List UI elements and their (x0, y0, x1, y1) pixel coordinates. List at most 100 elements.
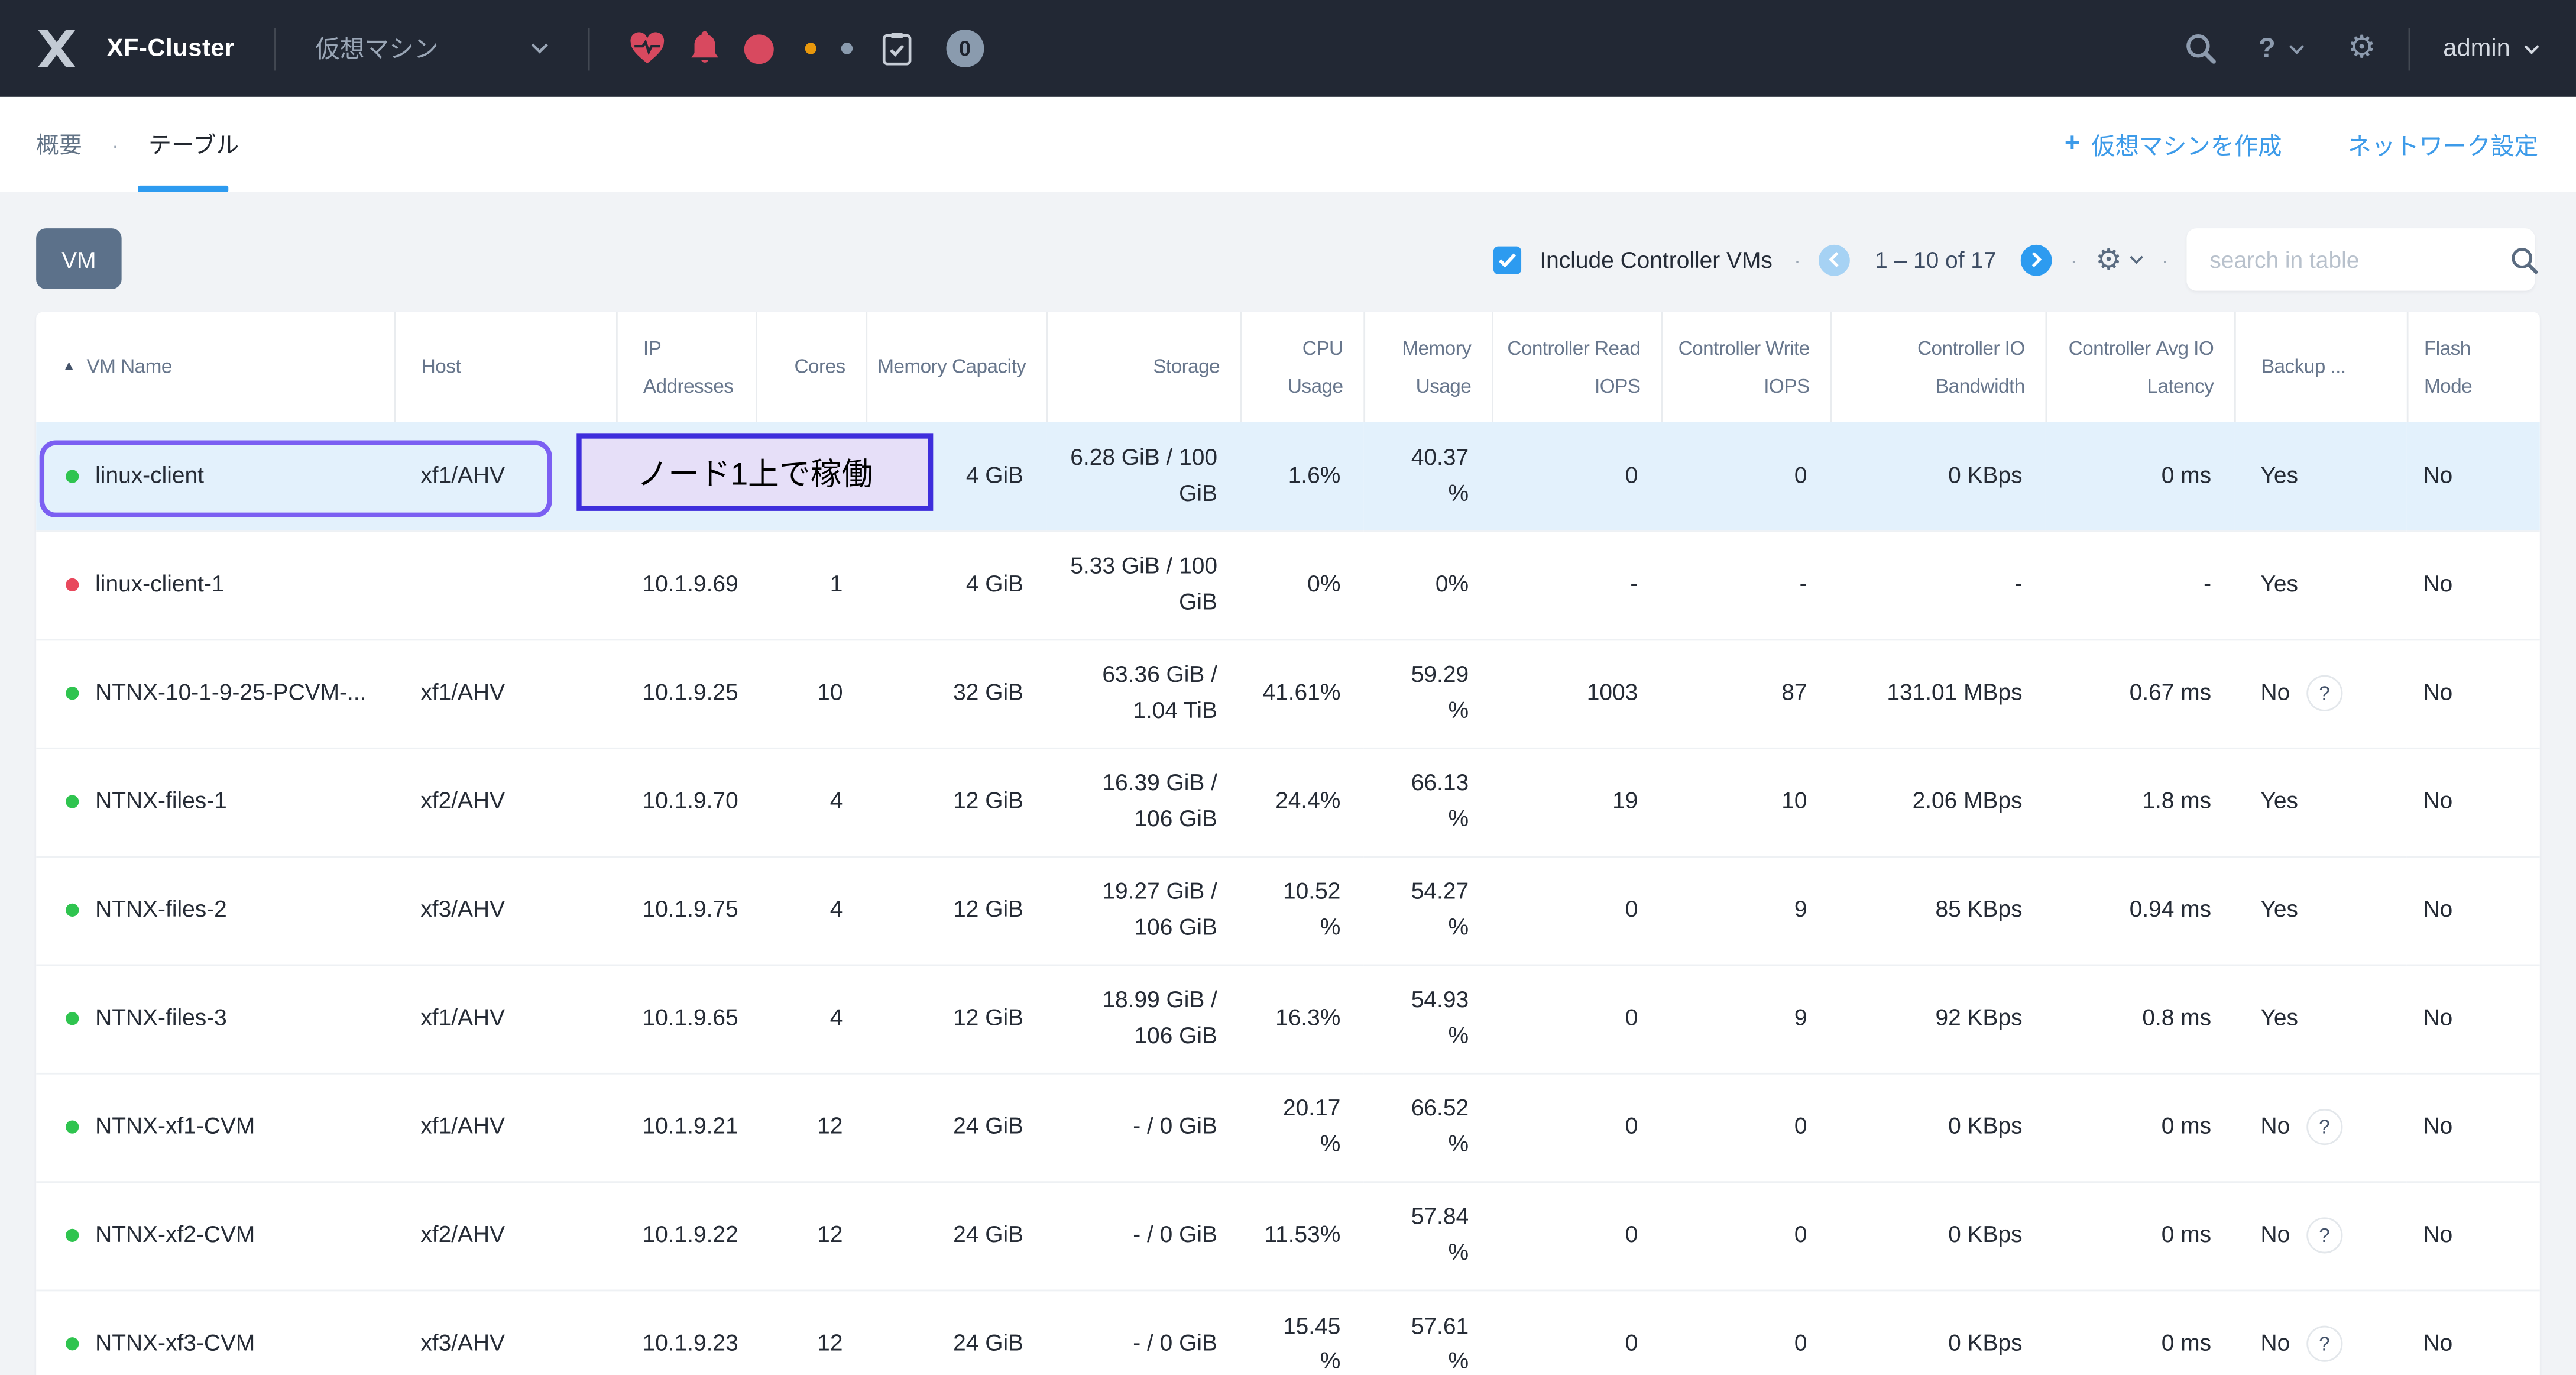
vm-name-link[interactable]: linux-client (95, 458, 204, 494)
user-menu[interactable]: admin (2443, 34, 2540, 62)
column-header-read_iops[interactable]: Controller Read IOPS (1492, 312, 1661, 422)
tab-table[interactable]: テーブル (148, 128, 239, 161)
vm-read_iops-cell: 0 (1492, 1181, 1661, 1289)
pagination-prev-button[interactable] (1819, 244, 1851, 276)
vm-name-cell: NTNX-files-1 (36, 748, 394, 856)
tasks-clipboard-icon[interactable] (882, 32, 912, 65)
vm-write_iops-cell: - (1661, 530, 1830, 639)
search-icon[interactable] (2510, 245, 2538, 273)
nutanix-x-logo[interactable] (36, 30, 77, 67)
vm-flash-cell: No (2407, 1290, 2540, 1375)
vm-name-link[interactable]: linux-client-1 (95, 567, 224, 603)
column-header-mem_usage[interactable]: Memory Usage (1363, 312, 1492, 422)
vm-memory-cell: 32 GiB (866, 639, 1046, 748)
vm-ip-cell: 10.1.9.65 (616, 965, 756, 1073)
vm-write_iops-cell: 0 (1661, 1073, 1830, 1181)
divider (2409, 27, 2410, 70)
search-icon[interactable] (2185, 33, 2216, 64)
entity-type-button[interactable]: VM (36, 228, 121, 289)
table-row[interactable]: NTNX-files-3xf1/AHV10.1.9.65412 GiB18.99… (36, 965, 2540, 1073)
column-header-backup[interactable]: Backup ... (2234, 312, 2407, 422)
vm-flash-cell: No (2407, 639, 2540, 748)
vm-io_latency-cell: 0 ms (2045, 1181, 2234, 1289)
vm-backup-cell: No? (2234, 639, 2407, 748)
tab-overview[interactable]: 概要 (36, 128, 82, 161)
vm-cores-cell: 1 (756, 530, 866, 639)
table-row[interactable]: linux-client-110.1.9.6914 GiB5.33 GiB / … (36, 530, 2540, 639)
vm-cpu-cell: 10.52 % (1240, 856, 1363, 964)
gear-icon[interactable]: ⚙ (2348, 33, 2376, 64)
vm-name-link[interactable]: NTNX-xf1-CVM (95, 1109, 255, 1144)
vm-name-cell: linux-client-1 (36, 530, 394, 639)
column-header-cpu[interactable]: CPU Usage (1240, 312, 1363, 422)
info-alerts-dot-icon[interactable] (841, 43, 852, 54)
vm-backup-cell: Yes (2234, 422, 2407, 530)
column-header-io_bandwidth[interactable]: Controller IO Bandwidth (1830, 312, 2045, 422)
vm-name-link[interactable]: NTNX-files-1 (95, 784, 227, 819)
pagination-next-button[interactable] (2021, 244, 2052, 276)
table-settings-gear-icon[interactable]: ⚙ (2095, 245, 2143, 274)
alerts-bell-icon[interactable] (690, 31, 720, 66)
column-header-storage[interactable]: Storage (1046, 312, 1240, 422)
vm-cores-cell: 4 (756, 965, 866, 1073)
table-row[interactable]: NTNX-xf2-CVMxf2/AHV10.1.9.221224 GiB- / … (36, 1181, 2540, 1289)
help-icon[interactable]: ? (2259, 32, 2276, 65)
vm-write_iops-cell: 9 (1661, 856, 1830, 964)
vm-host-cell: xf2/AHV (394, 748, 616, 856)
column-header-memory[interactable]: Memory Capacity (866, 312, 1046, 422)
table-search-input[interactable] (2206, 245, 2510, 274)
vm-name-cell: linux-client (36, 422, 394, 530)
vm-flash-cell: No (2407, 422, 2540, 530)
column-header-host[interactable]: Host (394, 312, 616, 422)
chevron-down-icon[interactable] (2289, 44, 2305, 54)
table-row[interactable]: NTNX-xf3-CVMxf3/AHV10.1.9.231224 GiB- / … (36, 1290, 2540, 1375)
vm-backup-cell: Yes (2234, 856, 2407, 964)
vm-io_bandwidth-cell: 0 KBps (1830, 1290, 2045, 1375)
backup-help-icon[interactable]: ? (2306, 675, 2342, 711)
table-row[interactable]: NTNX-files-1xf2/AHV10.1.9.70412 GiB16.39… (36, 748, 2540, 856)
column-header-name[interactable]: ▲VM Name (36, 312, 394, 422)
table-row[interactable]: NTNX-10-1-9-25-PCVM-...xf1/AHV10.1.9.251… (36, 639, 2540, 748)
network-config-button[interactable]: ネットワーク設定 (2348, 127, 2538, 161)
vm-name-link[interactable]: NTNX-xf3-CVM (95, 1327, 255, 1362)
column-header-flash[interactable]: Flash Mode (2407, 312, 2540, 422)
vm-table-body: linux-clientxf1/AHV4 GiB6.28 GiB / 100 G… (36, 422, 2540, 1375)
critical-alerts-icon[interactable] (744, 34, 773, 63)
column-header-io_latency[interactable]: Controller Avg IO Latency (2045, 312, 2234, 422)
table-row[interactable]: NTNX-xf1-CVMxf1/AHV10.1.9.211224 GiB- / … (36, 1073, 2540, 1181)
vm-host-cell: xf1/AHV (394, 1073, 616, 1181)
vm-memory-cell: 24 GiB (866, 1073, 1046, 1181)
column-header-write_iops[interactable]: Controller Write IOPS (1661, 312, 1830, 422)
column-header-cores[interactable]: Cores (756, 312, 866, 422)
vm-ip-cell: 10.1.9.22 (616, 1181, 756, 1289)
vm-read_iops-cell: - (1492, 530, 1661, 639)
health-heart-icon[interactable] (629, 31, 665, 66)
vm-flash-cell: No (2407, 530, 2540, 639)
vm-io_bandwidth-cell: 92 KBps (1830, 965, 2045, 1073)
vm-name-link[interactable]: NTNX-files-2 (95, 892, 227, 928)
column-header-ip[interactable]: IP Addresses (616, 312, 756, 422)
cluster-name[interactable]: XF-Cluster (107, 34, 235, 62)
vm-name-link[interactable]: NTNX-10-1-9-25-PCVM-... (95, 675, 366, 711)
vm-flash-cell: No (2407, 1181, 2540, 1289)
vm-io_bandwidth-cell: 2.06 MBps (1830, 748, 2045, 856)
tasks-count-badge[interactable]: 0 (946, 30, 984, 67)
backup-help-icon[interactable]: ? (2306, 1109, 2342, 1145)
table-row[interactable]: NTNX-files-2xf3/AHV10.1.9.75412 GiB19.27… (36, 856, 2540, 964)
vm-read_iops-cell: 0 (1492, 422, 1661, 530)
vm-name-link[interactable]: NTNX-xf2-CVM (95, 1218, 255, 1253)
tabbar: 概要 · テーブル + 仮想マシンを作成 ネットワーク設定 (0, 97, 2576, 192)
table-row[interactable]: linux-clientxf1/AHV4 GiB6.28 GiB / 100 G… (36, 422, 2540, 530)
backup-help-icon[interactable]: ? (2306, 1327, 2342, 1363)
entity-nav-dropdown[interactable]: 仮想マシン (315, 31, 549, 66)
table-controls: Include Controller VMs · 1 – 10 of 17 · … (1494, 228, 2535, 291)
vm-name-link[interactable]: NTNX-files-3 (95, 1001, 227, 1036)
include-cvm-checkbox[interactable] (1494, 245, 1522, 273)
create-vm-button[interactable]: + 仮想マシンを作成 (2065, 127, 2282, 161)
divider (588, 27, 589, 70)
vm-power-status-icon (66, 578, 79, 591)
vm-read_iops-cell: 0 (1492, 856, 1661, 964)
warning-alerts-dot-icon[interactable] (805, 43, 816, 54)
backup-help-icon[interactable]: ? (2306, 1218, 2342, 1254)
vm-write_iops-cell: 9 (1661, 965, 1830, 1073)
